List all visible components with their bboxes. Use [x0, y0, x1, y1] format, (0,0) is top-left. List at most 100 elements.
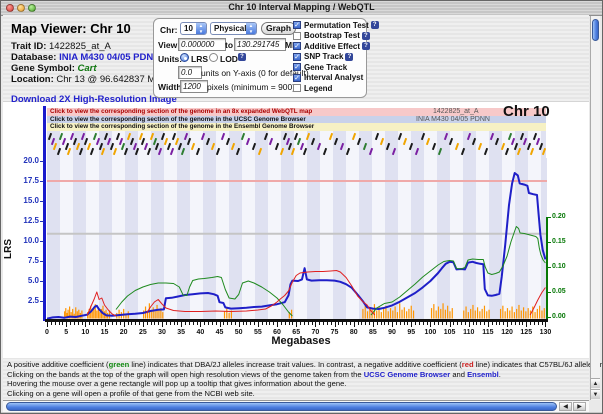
gene-glyph[interactable]: [467, 132, 471, 139]
gene-glyph[interactable]: [191, 142, 195, 149]
gene-glyph[interactable]: [380, 137, 384, 144]
gene-glyph[interactable]: [211, 142, 215, 149]
gene-glyph[interactable]: [226, 137, 230, 144]
gene-glyph[interactable]: [398, 132, 402, 139]
gene-symbol-value[interactable]: Cart: [78, 63, 97, 74]
checkbox-gene-track[interactable]: ✓Gene Track: [293, 63, 379, 72]
gene-glyph[interactable]: [206, 137, 210, 144]
checkbox-interval-analyst[interactable]: ✓Interval Analyst: [293, 74, 379, 83]
gene-glyph[interactable]: [523, 137, 527, 144]
scroll-left-button[interactable]: ◀: [559, 402, 572, 411]
gene-track-checkbox[interactable]: ✓: [293, 63, 301, 71]
gene-glyph[interactable]: [329, 132, 333, 139]
gene-glyph[interactable]: [526, 142, 530, 149]
width-input[interactable]: [180, 80, 208, 93]
gene-glyph[interactable]: [501, 142, 505, 149]
chr-select[interactable]: 10 ▲▼: [180, 22, 207, 35]
gene-glyph[interactable]: [352, 132, 356, 139]
gene-glyph[interactable]: [79, 147, 83, 154]
gene-glyph[interactable]: [90, 147, 94, 154]
gene-glyph[interactable]: [533, 132, 537, 139]
gene-glyph[interactable]: [150, 132, 154, 139]
view-to-input[interactable]: [234, 38, 286, 51]
graph-button[interactable]: Graph: [261, 22, 296, 35]
gene-glyph[interactable]: [280, 147, 284, 154]
gene-glyph[interactable]: [529, 147, 533, 154]
gene-glyph[interactable]: [311, 137, 315, 144]
mode-select[interactable]: Physical ▲▼: [210, 22, 257, 35]
gene-glyph[interactable]: [101, 147, 105, 154]
gene-glyph[interactable]: [135, 147, 139, 154]
gene-glyph[interactable]: [403, 137, 407, 144]
gene-glyph[interactable]: [269, 137, 273, 144]
horizontal-scrollbar-thumb[interactable]: [6, 402, 557, 411]
gene-glyph[interactable]: [184, 132, 188, 139]
gene-glyph[interactable]: [369, 147, 373, 154]
gene-glyph[interactable]: [495, 137, 499, 144]
gene-glyph[interactable]: [536, 137, 540, 144]
gene-glyph[interactable]: [236, 147, 240, 154]
gene-glyph[interactable]: [426, 137, 430, 144]
gene-glyph[interactable]: [455, 142, 459, 149]
gene-glyph[interactable]: [169, 147, 173, 154]
gene-glyph[interactable]: [478, 142, 482, 149]
checkbox-legend[interactable]: Legend: [293, 84, 379, 93]
gene-glyph[interactable]: [409, 142, 413, 149]
gene-glyph[interactable]: [415, 147, 419, 154]
gene-glyph[interactable]: [178, 142, 182, 149]
gene-glyph[interactable]: [275, 142, 279, 149]
gene-glyph[interactable]: [490, 132, 494, 139]
checkbox-bootstrap-test[interactable]: Bootstrap Test?: [293, 32, 379, 41]
units-help-icon[interactable]: ?: [238, 53, 246, 61]
gene-glyph[interactable]: [53, 142, 57, 149]
gene-glyph[interactable]: [505, 147, 509, 154]
additive-effect-help-icon[interactable]: ?: [362, 42, 370, 50]
interval-analyst-checkbox[interactable]: ✓: [293, 74, 301, 82]
gene-glyph[interactable]: [56, 147, 60, 154]
gene-glyph[interactable]: [181, 147, 185, 154]
gene-glyph[interactable]: [258, 147, 262, 154]
gene-glyph[interactable]: [421, 132, 425, 139]
gene-glyph[interactable]: [252, 142, 256, 149]
gene-glyph[interactable]: [187, 137, 191, 144]
gene-glyph[interactable]: [449, 137, 453, 144]
gene-glyph[interactable]: [472, 137, 476, 144]
gene-glyph[interactable]: [241, 132, 245, 139]
gene-glyph[interactable]: [161, 132, 165, 139]
gene-glyph[interactable]: [130, 137, 134, 144]
gene-glyph[interactable]: [147, 147, 151, 154]
gene-glyph[interactable]: [95, 137, 99, 144]
scroll-right-button[interactable]: ▶: [573, 402, 586, 411]
gene-glyph[interactable]: [375, 132, 379, 139]
gene-glyph[interactable]: [107, 137, 111, 144]
horizontal-scrollbar[interactable]: ◀ ▶: [3, 400, 589, 412]
gene-glyph[interactable]: [127, 132, 131, 139]
permutation-test-help-icon[interactable]: ?: [371, 21, 379, 29]
gene-glyph[interactable]: [291, 147, 295, 154]
scroll-up-button[interactable]: ▲: [591, 378, 600, 388]
gene-glyph[interactable]: [334, 137, 338, 144]
gene-glyph[interactable]: [196, 147, 200, 154]
gene-glyph[interactable]: [517, 147, 521, 154]
y-units-input[interactable]: [178, 66, 202, 79]
gene-glyph[interactable]: [62, 137, 66, 144]
footer-link[interactable]: UCSC Genome Browser: [364, 370, 451, 379]
checkbox-snp-track[interactable]: ✓SNP Track?: [293, 53, 379, 62]
gene-glyph[interactable]: [246, 137, 250, 144]
gene-glyph[interactable]: [283, 132, 287, 139]
gene-glyph[interactable]: [438, 147, 442, 154]
gene-glyph[interactable]: [221, 132, 225, 139]
gene-glyph[interactable]: [484, 147, 488, 154]
gene-glyph[interactable]: [386, 142, 390, 149]
gene-glyph[interactable]: [363, 142, 367, 149]
gene-glyph[interactable]: [432, 142, 436, 149]
gene-glyph[interactable]: [73, 137, 77, 144]
permutation-test-checkbox[interactable]: ✓: [293, 21, 301, 29]
legend-checkbox[interactable]: [293, 84, 301, 92]
vertical-scrollbar-thumb[interactable]: [592, 19, 599, 41]
gene-glyph[interactable]: [357, 137, 361, 144]
gene-glyph[interactable]: [48, 132, 52, 139]
vertical-scrollbar[interactable]: ▲ ▼: [590, 16, 600, 400]
gene-glyph[interactable]: [300, 142, 304, 149]
gene-glyph[interactable]: [231, 142, 235, 149]
